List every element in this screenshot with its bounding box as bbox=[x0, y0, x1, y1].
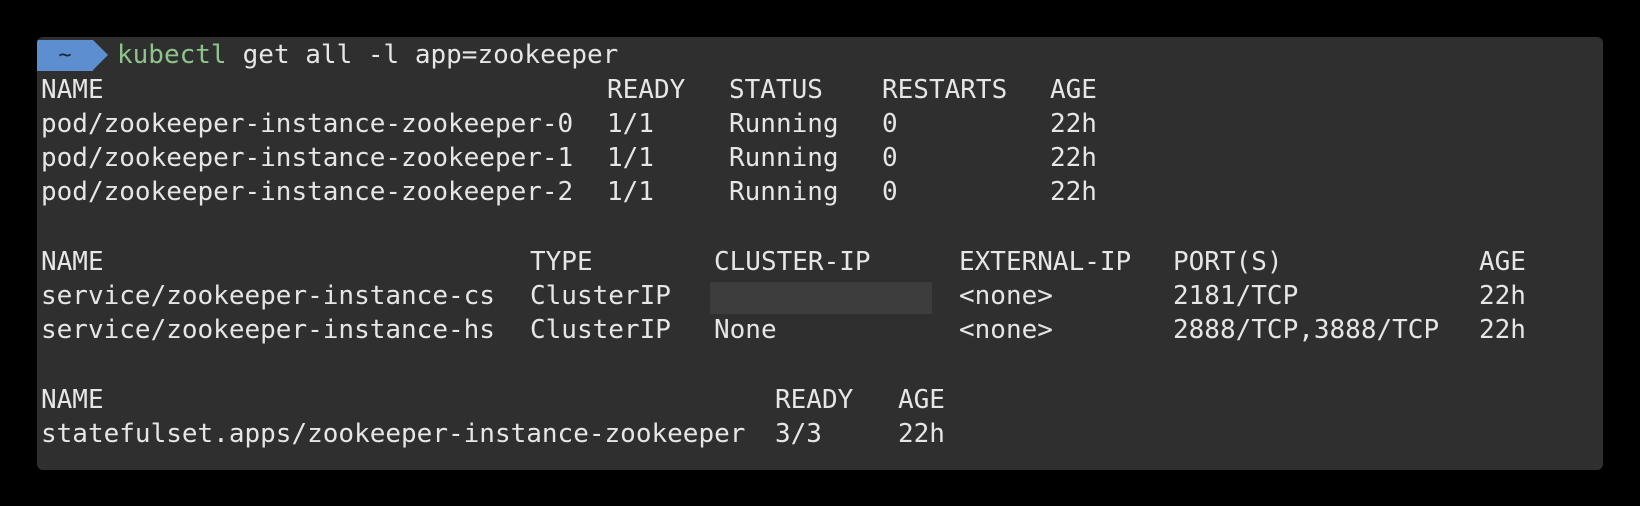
table-row: statefulset.apps/zookeeper-instance-zook… bbox=[41, 417, 945, 451]
services-header-name: NAME bbox=[41, 247, 104, 277]
table-row: pod/zookeeper-instance-zookeeper-0 1/1 R… bbox=[41, 107, 1097, 141]
pod-age: 22h bbox=[1050, 109, 1097, 139]
pod-ready: 1/1 bbox=[607, 143, 654, 173]
command-args: get all -l app=zookeeper bbox=[227, 40, 619, 70]
command-prompt-line: ~ kubectl get all -l app=zookeeper bbox=[37, 38, 618, 72]
table-row: service/zookeeper-instance-hs ClusterIP … bbox=[41, 313, 1526, 347]
pods-header-age: AGE bbox=[1050, 75, 1097, 105]
pod-status: Running bbox=[729, 143, 839, 173]
services-header-cluster-ip: CLUSTER-IP bbox=[714, 247, 871, 277]
pod-age: 22h bbox=[1050, 143, 1097, 173]
pod-age: 22h bbox=[1050, 177, 1097, 207]
service-age: 22h bbox=[1479, 281, 1526, 311]
services-header-row: NAME TYPE CLUSTER-IP EXTERNAL-IP PORT(S)… bbox=[41, 245, 1526, 279]
service-age: 22h bbox=[1479, 315, 1526, 345]
terminal-window: ~ kubectl get all -l app=zookeeper NAME … bbox=[37, 37, 1603, 470]
pod-name: pod/zookeeper-instance-zookeeper-1 bbox=[41, 143, 574, 173]
statefulset-ready: 3/3 bbox=[775, 419, 822, 449]
service-external-ip: <none> bbox=[959, 281, 1053, 311]
pod-ready: 1/1 bbox=[607, 109, 654, 139]
pod-restarts: 0 bbox=[882, 109, 898, 139]
pod-name: pod/zookeeper-instance-zookeeper-2 bbox=[41, 177, 574, 207]
statefulset-age: 22h bbox=[898, 419, 945, 449]
service-type: ClusterIP bbox=[530, 281, 671, 311]
pod-status: Running bbox=[729, 177, 839, 207]
pods-header-row: NAME READY STATUS RESTARTS AGE bbox=[41, 73, 1097, 107]
services-header-ports: PORT(S) bbox=[1173, 247, 1283, 277]
prompt-arrow-icon bbox=[93, 40, 108, 70]
statefulsets-header-ready: READY bbox=[775, 385, 854, 415]
pods-header-restarts: RESTARTS bbox=[882, 75, 1008, 105]
pods-header-ready: READY bbox=[607, 75, 686, 105]
statefulsets-header-age: AGE bbox=[898, 385, 945, 415]
pod-ready: 1/1 bbox=[607, 177, 654, 207]
table-row: service/zookeeper-instance-cs ClusterIP … bbox=[41, 279, 1526, 314]
service-cluster-ip: None bbox=[714, 315, 777, 345]
pods-header-status: STATUS bbox=[729, 75, 823, 105]
services-header-external-ip: EXTERNAL-IP bbox=[959, 247, 1132, 277]
services-header-type: TYPE bbox=[530, 247, 593, 277]
service-type: ClusterIP bbox=[530, 315, 671, 345]
services-header-age: AGE bbox=[1479, 247, 1526, 277]
service-ports: 2181/TCP bbox=[1173, 281, 1299, 311]
command-name: kubectl bbox=[117, 40, 227, 70]
statefulsets-header-name: NAME bbox=[41, 385, 104, 415]
redacted-cluster-ip bbox=[710, 282, 932, 314]
service-name: service/zookeeper-instance-hs bbox=[41, 315, 495, 345]
pod-status: Running bbox=[729, 109, 839, 139]
service-external-ip: <none> bbox=[959, 315, 1053, 345]
table-row: pod/zookeeper-instance-zookeeper-2 1/1 R… bbox=[41, 175, 1097, 209]
pod-restarts: 0 bbox=[882, 177, 898, 207]
pods-header-name: NAME bbox=[41, 75, 104, 105]
statefulset-name: statefulset.apps/zookeeper-instance-zook… bbox=[41, 419, 746, 449]
table-row: pod/zookeeper-instance-zookeeper-1 1/1 R… bbox=[41, 141, 1097, 175]
pod-name: pod/zookeeper-instance-zookeeper-0 bbox=[41, 109, 574, 139]
statefulsets-header-row: NAME READY AGE bbox=[41, 383, 945, 417]
prompt-home-badge: ~ bbox=[37, 40, 93, 71]
service-name: service/zookeeper-instance-cs bbox=[41, 281, 495, 311]
service-ports: 2888/TCP,3888/TCP bbox=[1173, 315, 1440, 345]
pod-restarts: 0 bbox=[882, 143, 898, 173]
